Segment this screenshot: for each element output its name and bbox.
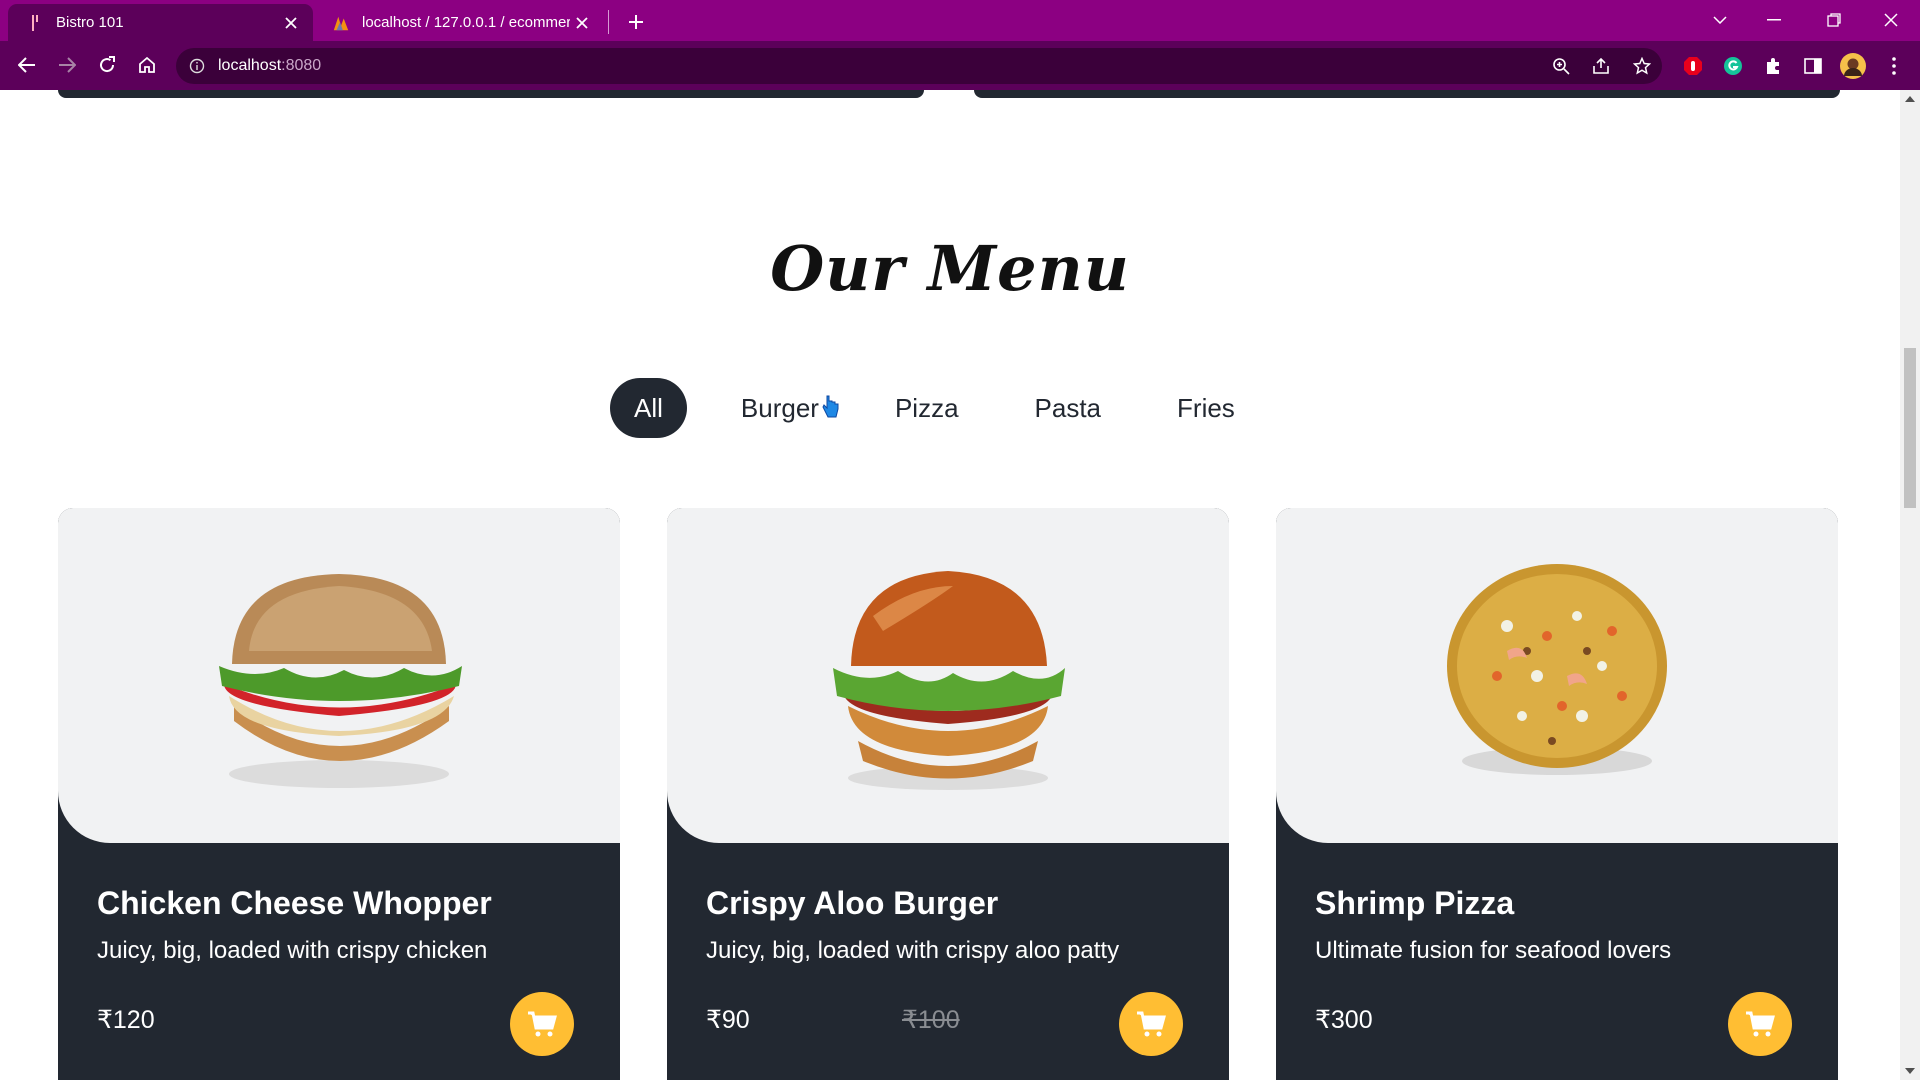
mouse-cursor-icon — [822, 395, 839, 418]
add-to-cart-button[interactable] — [510, 992, 574, 1056]
grammarly-extension-icon[interactable] — [1720, 53, 1746, 79]
tab-search-chevron-down-icon[interactable] — [1700, 0, 1740, 40]
minimize-icon[interactable] — [1754, 0, 1794, 40]
product-description: Juicy, big, loaded with crispy chicken — [97, 937, 488, 964]
fork-knife-icon — [26, 14, 44, 32]
reload-icon[interactable] — [91, 49, 123, 81]
tab-phpmyadmin[interactable]: localhost / 127.0.0.1 / ecommerc — [314, 4, 604, 41]
menu-filter-bar: All Burger Pizza Pasta Fries — [610, 378, 1289, 438]
add-to-cart-button[interactable] — [1119, 992, 1183, 1056]
share-icon[interactable] — [1588, 53, 1614, 79]
close-tab-icon[interactable] — [279, 11, 303, 35]
product-card: Chicken Cheese Whopper Juicy, big, loade… — [58, 508, 620, 1080]
forward-arrow-icon[interactable] — [51, 49, 83, 81]
close-tab-icon[interactable] — [570, 11, 594, 35]
filter-pasta[interactable]: Pasta — [1013, 378, 1124, 438]
scroll-thumb[interactable] — [1904, 348, 1916, 508]
bookmark-star-icon[interactable] — [1629, 53, 1655, 79]
pizza-shrimp-image — [1276, 508, 1838, 843]
burger-chicken-image — [58, 508, 620, 843]
previous-card-edge — [974, 90, 1840, 98]
new-tab-icon[interactable] — [622, 8, 650, 36]
site-info-icon[interactable] — [188, 57, 206, 75]
extensions-puzzle-icon[interactable] — [1760, 53, 1786, 79]
page-content: Our Menu All Burger Pizza Pasta Fries Ch… — [0, 90, 1900, 1080]
previous-card-edge — [58, 90, 924, 98]
filter-fries[interactable]: Fries — [1155, 378, 1257, 438]
home-icon[interactable] — [131, 49, 163, 81]
adblock-extension-icon[interactable] — [1680, 53, 1706, 79]
cart-icon — [1137, 1011, 1166, 1037]
product-card: Crispy Aloo Burger Juicy, big, loaded wi… — [667, 508, 1229, 1080]
product-old-price: ₹100 — [902, 1006, 960, 1034]
menu-heading: Our Menu — [770, 232, 1130, 305]
phpmyadmin-icon — [332, 14, 350, 32]
product-name: Chicken Cheese Whopper — [97, 885, 492, 921]
product-description: Ultimate fusion for seafood lovers — [1315, 937, 1672, 964]
url-port: :8080 — [281, 57, 322, 74]
product-price: ₹90 — [706, 1006, 750, 1034]
back-arrow-icon[interactable] — [11, 49, 43, 81]
address-bar[interactable]: localhost:8080 — [176, 48, 1662, 84]
profile-avatar[interactable] — [1840, 53, 1866, 79]
product-description: Juicy, big, loaded with crispy aloo patt… — [706, 937, 1120, 964]
product-price: ₹120 — [97, 1006, 155, 1034]
product-name: Shrimp Pizza — [1315, 885, 1515, 921]
burger-aloo-image — [667, 508, 1229, 843]
scroll-down-arrow-icon[interactable] — [1905, 1068, 1915, 1074]
more-menu-icon[interactable] — [1881, 53, 1907, 79]
filter-pizza[interactable]: Pizza — [873, 378, 981, 438]
browser-toolbar: localhost:8080 — [0, 41, 1920, 90]
url-text: localhost:8080 — [218, 57, 321, 75]
side-panel-icon[interactable] — [1800, 53, 1826, 79]
tab-title: Bistro 101 — [56, 14, 124, 31]
close-window-icon[interactable] — [1871, 0, 1911, 40]
product-name: Crispy Aloo Burger — [706, 885, 999, 921]
tab-bistro[interactable]: Bistro 101 — [8, 4, 313, 41]
tab-divider — [608, 10, 609, 34]
browser-titlebar: Bistro 101 localhost / 127.0.0.1 / ecomm… — [0, 0, 1920, 41]
product-card: Shrimp Pizza Ultimate fusion for seafood… — [1276, 508, 1838, 1080]
url-host: localhost — [218, 57, 282, 74]
filter-all[interactable]: All — [610, 378, 687, 438]
zoom-icon[interactable] — [1548, 53, 1574, 79]
tab-title: localhost / 127.0.0.1 / ecommerc — [362, 14, 570, 31]
add-to-cart-button[interactable] — [1728, 992, 1792, 1056]
page-scrollbar[interactable] — [1900, 90, 1920, 1080]
cart-icon — [1746, 1011, 1775, 1037]
restore-icon[interactable] — [1814, 0, 1854, 40]
product-price: ₹300 — [1315, 1006, 1373, 1034]
scroll-up-arrow-icon[interactable] — [1905, 96, 1915, 102]
cart-icon — [528, 1011, 557, 1037]
